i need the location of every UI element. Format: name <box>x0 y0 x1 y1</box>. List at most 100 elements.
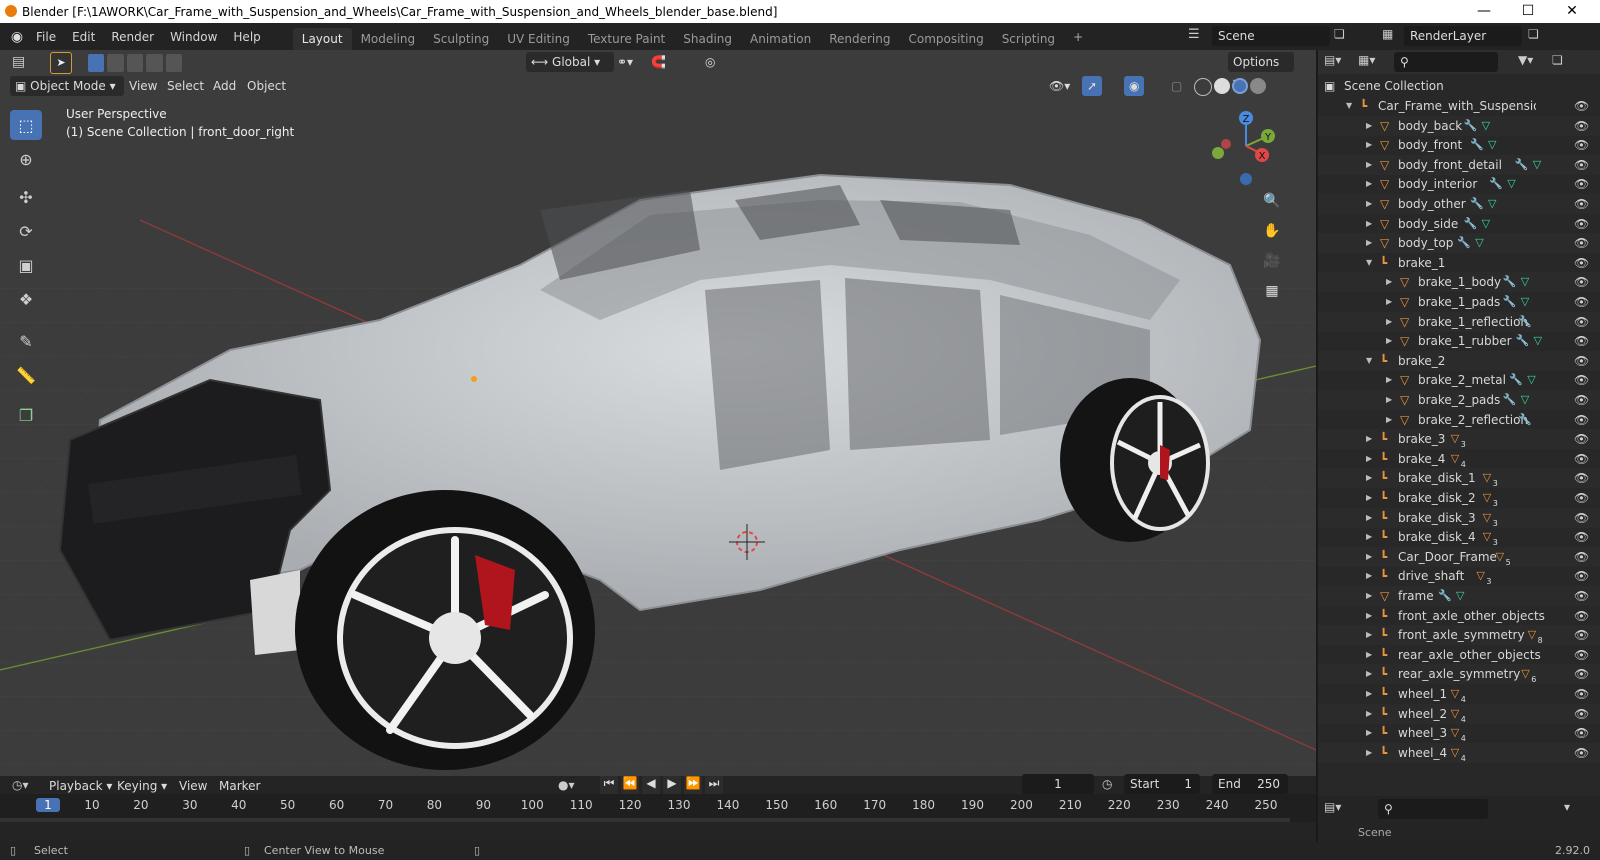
timeline-editor[interactable]: ◷▾ Playback ▾ Keying ▾ View Marker ●▾ ⏮ … <box>0 774 1316 842</box>
timeline-scrollbar[interactable] <box>0 818 1290 822</box>
outliner-row[interactable]: ▶ ┗ drive_shaft ▽ 3 👁 <box>1318 566 1600 586</box>
expand-arrow-icon[interactable]: ▶ <box>1366 449 1372 469</box>
outliner-row[interactable]: ▶ ┗ front_axle_symmetry ▽ 8 👁 <box>1318 625 1600 646</box>
preview-range-icon[interactable]: ◷ <box>1102 777 1112 791</box>
mesh-data-icon[interactable]: ▽ <box>1534 331 1542 351</box>
mesh-data-icon[interactable]: ▽ <box>1488 135 1496 155</box>
outliner-row[interactable]: ▶ ▽ body_front 🔧 ▽ 👁 <box>1318 135 1600 155</box>
children-mesh-icon[interactable]: ▽ <box>1483 527 1491 547</box>
outliner-panel[interactable]: ▤▾ ▦▾ ⚲ ▼▾ ❏ ▣ Scene Collection ▼ ┗ Car_Fr… <box>1316 50 1600 796</box>
proportional-edit-icon[interactable]: ◎ <box>700 52 720 72</box>
mesh-data-icon[interactable]: ▽ <box>1482 214 1490 234</box>
modifier-wrench-icon[interactable]: 🔧 <box>1503 390 1517 410</box>
scene-collection-row[interactable]: ▣ Scene Collection <box>1318 76 1600 96</box>
close-button[interactable]: ✕ <box>1550 0 1594 23</box>
view-menu[interactable]: View <box>124 76 162 96</box>
expand-arrow-icon[interactable]: ▶ <box>1366 174 1372 194</box>
camera-view-icon[interactable]: 🎥 <box>1259 248 1285 274</box>
jump-end-icon[interactable]: ⏭ <box>705 776 723 794</box>
expand-arrow-icon[interactable]: ▶ <box>1366 684 1372 704</box>
outliner-row[interactable]: ▶ ┗ front_axle_other_objects 👁 <box>1318 606 1600 626</box>
jump-start-icon[interactable]: ⏮ <box>600 776 618 794</box>
visibility-eye-icon[interactable]: 👁 <box>1574 214 1589 234</box>
outliner-row[interactable]: ▶ ▽ brake_2_metal 🔧 ▽ 👁 <box>1318 370 1600 390</box>
properties-options-icon[interactable]: ▾ <box>1564 800 1570 814</box>
overlay-toggle-icon[interactable]: ◉ <box>1124 76 1145 96</box>
expand-arrow-icon[interactable]: ▶ <box>1366 704 1372 724</box>
select-intersect-icon[interactable] <box>165 54 183 72</box>
solid-shading-icon[interactable] <box>1214 78 1230 94</box>
expand-arrow-icon[interactable]: ▶ <box>1386 370 1392 390</box>
expand-arrow-icon[interactable]: ▶ <box>1366 723 1372 743</box>
modifier-wrench-icon[interactable]: 🔧 <box>1503 272 1517 292</box>
play-icon[interactable]: ▶ <box>663 776 681 794</box>
expand-arrow-icon[interactable]: ▶ <box>1366 135 1372 155</box>
expand-arrow-icon[interactable]: ▶ <box>1366 194 1372 214</box>
new-collection-icon[interactable]: ❏ <box>1552 53 1563 67</box>
visibility-eye-icon[interactable]: 👁 <box>1574 704 1589 724</box>
visibility-eye-icon[interactable]: 👁 <box>1574 449 1589 469</box>
outliner-row[interactable]: ▶ ▽ body_interior 🔧 ▽ 👁 <box>1318 174 1600 194</box>
visibility-eye-icon[interactable]: 👁 <box>1574 625 1589 645</box>
visibility-eye-icon[interactable]: 👁 <box>1574 723 1589 743</box>
material-shading-icon[interactable] <box>1232 78 1248 94</box>
visibility-eye-icon[interactable]: 👁 <box>1574 174 1589 194</box>
modifier-wrench-icon[interactable]: 🔧 <box>1516 331 1530 351</box>
expand-arrow-icon[interactable]: ▶ <box>1366 429 1372 449</box>
select-extend-icon[interactable] <box>107 54 124 72</box>
collapse-arrow-icon[interactable]: ▼ <box>1366 253 1372 273</box>
visibility-eye-icon[interactable]: 👁 <box>1574 547 1589 567</box>
display-mode-icon[interactable]: ▦▾ <box>1358 53 1375 67</box>
expand-arrow-icon[interactable]: ▶ <box>1386 312 1392 332</box>
annotate-tool-icon[interactable]: ✎ <box>10 326 42 356</box>
outliner-row[interactable]: ▼ ┗ Car_Frame_with_Suspension_and_Wheels 👁 <box>1318 96 1600 116</box>
next-keyframe-icon[interactable]: ⏩ <box>684 776 702 794</box>
expand-arrow-icon[interactable]: ▶ <box>1366 468 1372 488</box>
measure-tool-icon[interactable]: 📏 <box>10 360 42 390</box>
wireframe-shading-icon[interactable] <box>1194 78 1212 96</box>
select-box-tool-icon[interactable]: ⬚ <box>10 110 42 140</box>
outliner-row[interactable]: ▼ ┗ brake_2 👁 <box>1318 350 1600 371</box>
modifier-wrench-icon[interactable]: 🔧 <box>1518 410 1532 430</box>
modifier-wrench-icon[interactable]: 🔧 <box>1464 116 1478 136</box>
render-layer-field[interactable]: RenderLayer <box>1404 26 1522 46</box>
modifier-wrench-icon[interactable]: 🔧 <box>1509 370 1523 390</box>
outliner-row[interactable]: ▶ ┗ wheel_1 ▽ 4 👁 <box>1318 684 1600 704</box>
children-mesh-icon[interactable]: ▽ <box>1451 449 1459 469</box>
mesh-data-icon[interactable]: ▽ <box>1482 116 1490 136</box>
visibility-eye-icon[interactable]: 👁 <box>1574 253 1589 273</box>
children-mesh-icon[interactable]: ▽ <box>1528 625 1536 645</box>
visibility-eye-icon[interactable]: 👁 <box>1574 606 1589 626</box>
new-scene-icon[interactable]: ❏ <box>1334 27 1345 41</box>
children-mesh-icon[interactable]: ▽ <box>1451 723 1459 743</box>
modifier-wrench-icon[interactable]: 🔧 <box>1457 233 1471 253</box>
modifier-wrench-icon[interactable]: 🔧 <box>1503 292 1517 312</box>
visibility-eye-icon[interactable]: 👁 <box>1574 351 1589 371</box>
snap-icon[interactable]: 🧲 <box>646 52 671 72</box>
add-menu[interactable]: Add <box>208 76 241 96</box>
start-frame-field[interactable]: Start 1 <box>1124 774 1200 794</box>
tab-modeling[interactable]: Modeling <box>352 28 425 50</box>
mode-dropdown[interactable]: ▣ Object Mode ▾ <box>10 76 124 96</box>
current-frame-marker[interactable]: 1 <box>36 798 60 812</box>
children-mesh-icon[interactable]: ▽ <box>1483 488 1491 508</box>
mesh-data-icon[interactable]: ▽ <box>1521 390 1529 410</box>
expand-arrow-icon[interactable]: ▶ <box>1366 214 1372 234</box>
visibility-eye-icon[interactable]: 👁 <box>1574 96 1589 116</box>
mesh-data-icon[interactable]: ▽ <box>1521 272 1529 292</box>
mesh-data-icon[interactable]: ▽ <box>1507 174 1515 194</box>
modifier-wrench-icon[interactable]: 🔧 <box>1518 312 1532 332</box>
tab-sculpting[interactable]: Sculpting <box>424 28 498 50</box>
playback-menu[interactable]: Playback ▾ <box>44 776 117 796</box>
tab-animation[interactable]: Animation <box>741 28 820 50</box>
outliner-row[interactable]: ▶ ┗ brake_disk_3 ▽ 3 👁 <box>1318 507 1600 528</box>
gizmo-toggle-icon[interactable]: ➚ <box>1082 76 1103 96</box>
modifier-wrench-icon[interactable]: 🔧 <box>1489 174 1503 194</box>
visibility-eye-icon[interactable]: 👁 <box>1574 194 1589 214</box>
outliner-row[interactable]: ▶ ┗ brake_4 ▽ 4 👁 <box>1318 449 1600 469</box>
frame-ruler[interactable]: 1 10 20 30 40 50 60 70 80 90 100 110 120 130 140 150 160… <box>0 794 1316 822</box>
add-workspace-button[interactable]: + <box>1064 26 1092 48</box>
children-mesh-icon[interactable]: ▽ <box>1451 704 1459 724</box>
outliner-row[interactable]: ▶ ▽ body_front_detail 🔧 ▽ 👁 <box>1318 154 1600 175</box>
visibility-eye-icon[interactable]: 👁 <box>1574 664 1589 684</box>
